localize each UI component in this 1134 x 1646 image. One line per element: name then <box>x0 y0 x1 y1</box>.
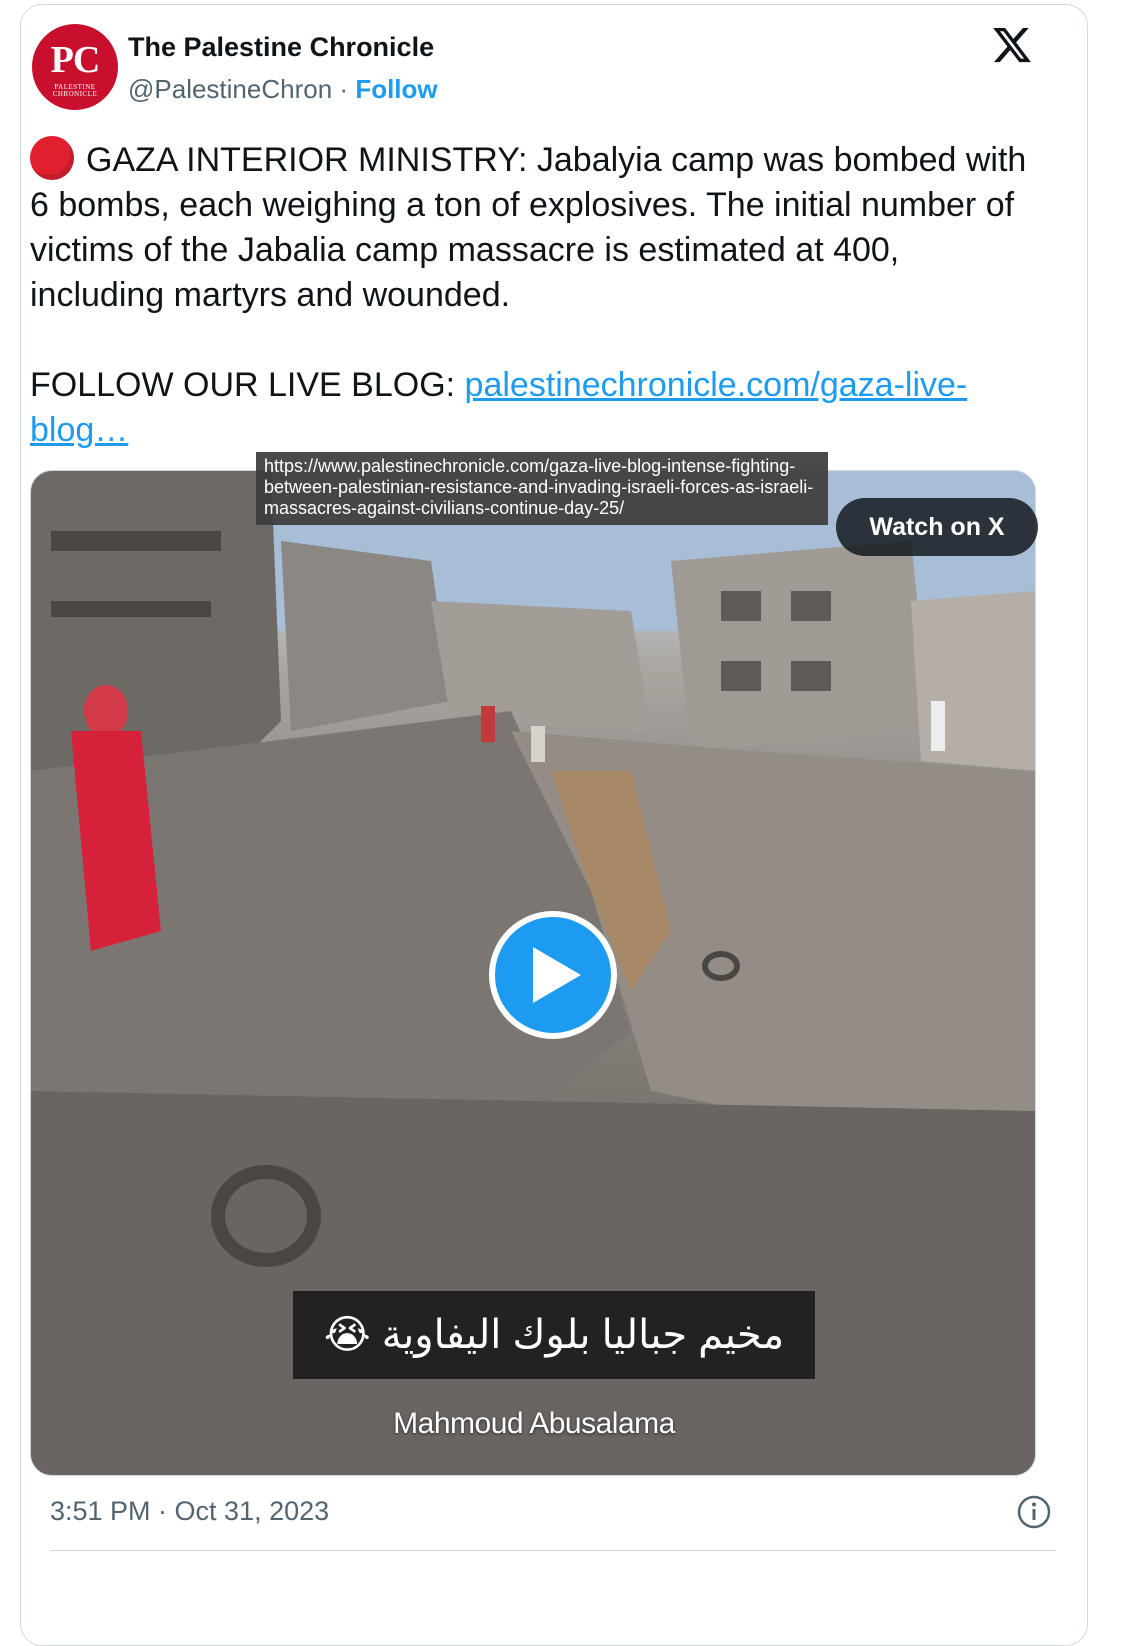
window <box>721 591 761 621</box>
tweet-text: GAZA INTERIOR MINISTRY: Jabalyia camp wa… <box>30 136 1040 453</box>
live-blog-prefix: FOLLOW OUR LIVE BLOG: <box>30 366 465 404</box>
person-small <box>531 726 545 762</box>
tweet-body: GAZA INTERIOR MINISTRY: Jabalyia camp wa… <box>30 141 1027 314</box>
play-icon <box>533 947 581 1003</box>
building-middle-2 <box>431 601 651 731</box>
person-headscarf <box>84 685 128 737</box>
floor-slab <box>51 531 221 551</box>
video-caption-arabic: مخيم جباليا بلوك اليفاوية 😭 <box>293 1291 815 1379</box>
info-icon[interactable] <box>1016 1494 1052 1530</box>
red-circle-icon <box>30 136 74 180</box>
x-logo-icon[interactable] <box>990 24 1034 66</box>
follow-button[interactable]: Follow <box>355 74 437 104</box>
video-thumbnail[interactable]: مخيم جباليا بلوك اليفاوية 😭 Mahmoud Abus… <box>30 470 1036 1476</box>
video-credit: Mahmoud Abusalama <box>393 1407 675 1440</box>
tweet-timestamp[interactable]: 3:51 PM · Oct 31, 2023 <box>50 1496 329 1527</box>
author-handle[interactable]: @PalestineChron <box>128 74 332 104</box>
window <box>721 661 761 691</box>
person-small <box>481 706 495 742</box>
ruined-building-left <box>31 471 281 771</box>
ruined-building-right <box>671 541 931 751</box>
avatar-subtitle-line2: CHRONICLE <box>52 90 98 98</box>
floor-slab <box>51 601 211 617</box>
avatar[interactable]: PC PALESTINE CHRONICLE <box>32 24 118 110</box>
footer-divider <box>50 1550 1056 1551</box>
watch-on-x-button[interactable]: Watch on X <box>836 498 1038 556</box>
avatar-subtitle: PALESTINE CHRONICLE <box>32 84 118 98</box>
person-small <box>931 701 945 751</box>
window <box>791 591 831 621</box>
avatar-initials: PC <box>50 39 101 81</box>
building-far-right <box>911 591 1035 771</box>
author-handle-row: @PalestineChron · Follow <box>128 74 438 105</box>
handle-separator: · <box>339 74 349 104</box>
play-button[interactable] <box>489 911 617 1039</box>
author-name[interactable]: The Palestine Chronicle <box>128 32 434 63</box>
building-middle <box>281 541 451 731</box>
link-url-tooltip: https://www.palestinechronicle.com/gaza-… <box>256 452 828 525</box>
window <box>791 661 831 691</box>
